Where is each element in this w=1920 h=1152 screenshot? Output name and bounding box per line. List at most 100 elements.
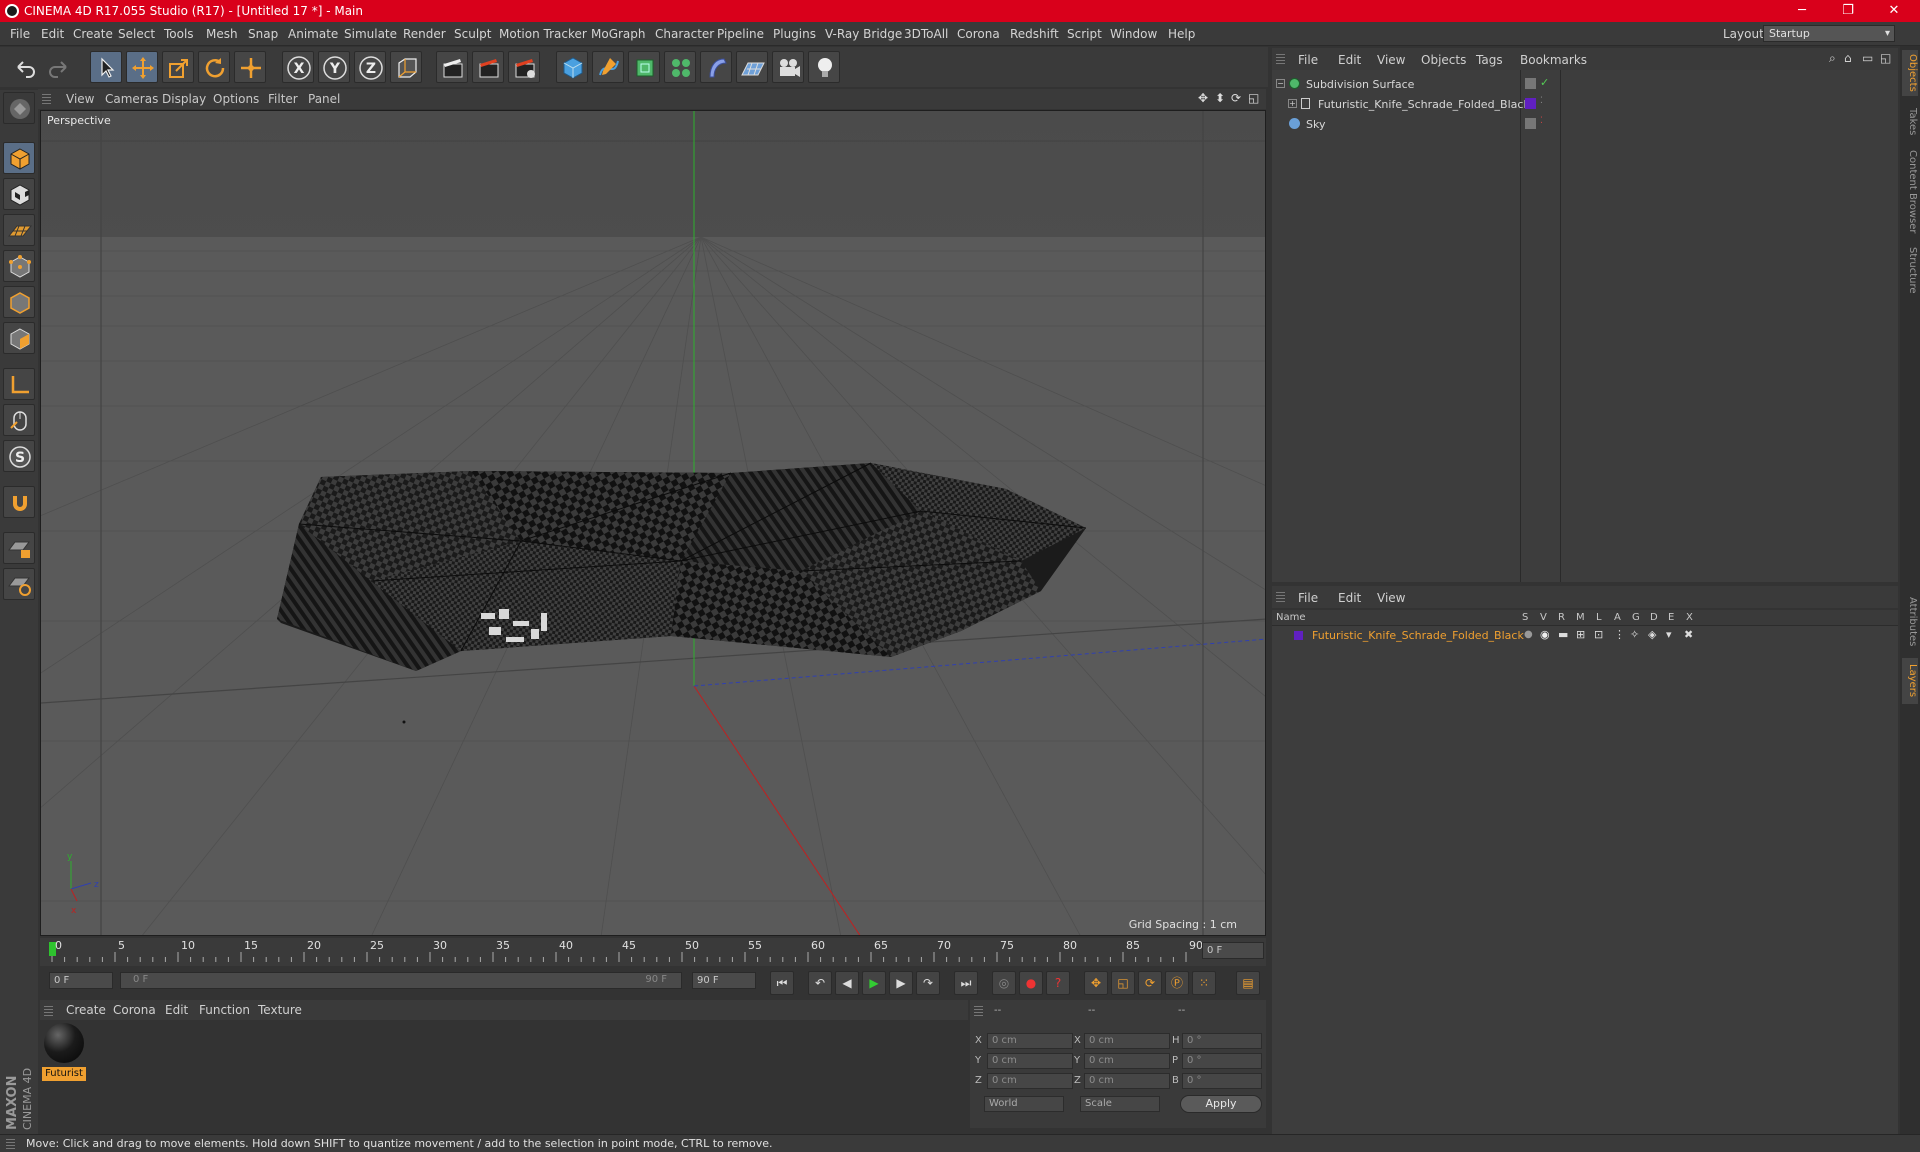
subdivision-surface-button[interactable] (628, 51, 660, 83)
floor-button[interactable] (736, 51, 768, 83)
editor-render-toggle-icon[interactable] (1525, 78, 1536, 89)
viewport-menu-options[interactable]: Options (213, 92, 259, 106)
layer-color-swatch[interactable] (1294, 631, 1303, 640)
minimize-button[interactable]: ─ (1780, 0, 1824, 22)
col-header-view[interactable]: V (1540, 612, 1547, 623)
object-name[interactable]: Futuristic_Knife_Schrade_Folded_Black (1318, 98, 1530, 111)
visibility-dots-icon[interactable]: ⁚ (1540, 116, 1543, 126)
deformer-button[interactable] (700, 51, 732, 83)
motion-record-button[interactable]: ◎ (992, 971, 1016, 995)
tab-objects[interactable]: Objects (1902, 50, 1918, 96)
render-view-button[interactable] (436, 51, 468, 83)
perspective-viewport[interactable]: y x z Perspective Grid Spacing : 1 cm (40, 110, 1266, 936)
previous-key-button[interactable]: ↶ (808, 971, 832, 995)
viewport-menu-view[interactable]: View (66, 92, 94, 106)
collapse-icon[interactable]: − (1276, 79, 1285, 88)
maximize-panel-icon[interactable]: ◱ (1880, 51, 1891, 65)
size-y-field[interactable]: 0 cm (1084, 1053, 1170, 1069)
tab-layers[interactable]: Layers (1902, 658, 1918, 704)
col-header-locked[interactable]: L (1596, 612, 1602, 623)
layout-select[interactable]: Startup (1763, 25, 1895, 42)
menu-window[interactable]: Window (1110, 27, 1157, 41)
viewport-menu-cameras[interactable]: Cameras (105, 92, 158, 106)
timeline-window-button[interactable]: ▤ (1236, 971, 1260, 995)
menu-tools[interactable]: Tools (164, 27, 194, 41)
transform-tool-button[interactable] (234, 51, 266, 83)
polygons-mode-button[interactable] (3, 322, 35, 354)
go-to-start-button[interactable]: ⏮ (770, 971, 794, 995)
texture-mode-button[interactable] (3, 178, 35, 210)
next-key-button[interactable]: ↷ (916, 971, 940, 995)
viewport-menu-filter[interactable]: Filter (268, 92, 298, 106)
current-frame-field[interactable]: 0 F (1202, 942, 1264, 959)
make-editable-button[interactable] (3, 92, 35, 124)
viewport-menu-display[interactable]: Display (162, 92, 206, 106)
material-menu-edit[interactable]: Edit (165, 1003, 188, 1017)
end-frame-field[interactable]: 90 F (692, 972, 756, 989)
scale-tool-button[interactable] (162, 51, 194, 83)
key-scale-button[interactable]: ◱ (1111, 971, 1135, 995)
menu-edit[interactable]: Edit (41, 27, 64, 41)
menu-plugins[interactable]: Plugins (773, 27, 816, 41)
new-window-icon[interactable]: ▭ (1862, 51, 1873, 65)
tab-takes[interactable]: Takes (1902, 102, 1918, 142)
lock-x-axis-button[interactable]: X (282, 51, 314, 83)
solo-mode-button[interactable]: S (3, 440, 35, 472)
apply-button[interactable]: Apply (1180, 1095, 1262, 1113)
eye-icon[interactable]: ◉ (1540, 628, 1550, 641)
snapping-button[interactable] (3, 486, 35, 518)
menu-snap[interactable]: Snap (248, 27, 278, 41)
next-frame-button[interactable]: ▶ (889, 971, 913, 995)
render-icon[interactable]: ▬ (1558, 628, 1568, 641)
tab-structure[interactable]: Structure (1902, 242, 1918, 298)
checkmark-icon[interactable]: ✓ (1540, 76, 1549, 89)
animation-icon[interactable]: ⋮ (1614, 628, 1625, 641)
position-y-field[interactable]: 0 cm (987, 1053, 1073, 1069)
move-tool-button[interactable] (126, 51, 158, 83)
search-icon[interactable]: ⌕ (1829, 51, 1836, 66)
layers-menu-view[interactable]: View (1377, 591, 1405, 605)
menu-select[interactable]: Select (118, 27, 155, 41)
material-swatch[interactable]: Futurist (42, 1023, 86, 1081)
expression-icon[interactable]: ▾ (1666, 628, 1672, 641)
col-header-solo[interactable]: S (1522, 612, 1528, 623)
key-parameter-button[interactable]: Ⓟ (1165, 971, 1189, 995)
objects-menu-file[interactable]: File (1298, 53, 1318, 67)
start-frame-field[interactable]: 0 F (49, 972, 113, 989)
lock-y-axis-button[interactable]: Y (318, 51, 350, 83)
col-header-manager[interactable]: M (1576, 612, 1585, 623)
objects-menu-view[interactable]: View (1377, 53, 1405, 67)
redo-button[interactable] (42, 51, 74, 83)
record-keys-button[interactable]: ● (1019, 971, 1043, 995)
material-name[interactable]: Futurist (42, 1067, 86, 1081)
cloner-button[interactable] (664, 51, 696, 83)
cube-object-button[interactable] (556, 51, 588, 83)
expand-icon[interactable]: + (1288, 99, 1297, 108)
viewport-zoom-icon[interactable]: ⬍ (1215, 91, 1225, 105)
object-row[interactable]: − Subdivision Surface ✓ (1272, 74, 1898, 94)
material-menu-function[interactable]: Function (199, 1003, 250, 1017)
visibility-dots-icon[interactable]: ⁚ (1540, 96, 1543, 106)
lock-z-axis-button[interactable]: Z (354, 51, 386, 83)
key-rotation-button[interactable]: ⟳ (1138, 971, 1162, 995)
size-x-field[interactable]: 0 cm (1084, 1033, 1170, 1049)
col-header-xref[interactable]: X (1686, 612, 1693, 623)
material-menu-texture[interactable]: Texture (258, 1003, 302, 1017)
editor-render-toggle-icon[interactable] (1525, 118, 1536, 129)
undo-button[interactable] (8, 51, 40, 83)
previous-frame-button[interactable]: ◀ (835, 971, 859, 995)
go-to-end-button[interactable]: ⏭ (954, 971, 978, 995)
edges-mode-button[interactable] (3, 286, 35, 318)
layer-color-swatch[interactable] (1525, 98, 1536, 109)
objects-menu-edit[interactable]: Edit (1338, 53, 1361, 67)
workplane-lock-button[interactable] (3, 532, 35, 564)
live-selection-button[interactable] (90, 51, 122, 83)
menu-3dtoall[interactable]: 3DToAll (904, 27, 948, 41)
menu-simulate[interactable]: Simulate (344, 27, 397, 41)
menu-corona[interactable]: Corona (957, 27, 1000, 41)
maximize-button[interactable]: ❐ (1826, 0, 1870, 22)
auto-keying-button[interactable]: ? (1046, 971, 1070, 995)
objects-menu-bookmarks[interactable]: Bookmarks (1520, 53, 1587, 67)
viewport-rotate-icon[interactable]: ⟳ (1231, 91, 1241, 105)
col-header-expressions[interactable]: E (1668, 612, 1674, 623)
